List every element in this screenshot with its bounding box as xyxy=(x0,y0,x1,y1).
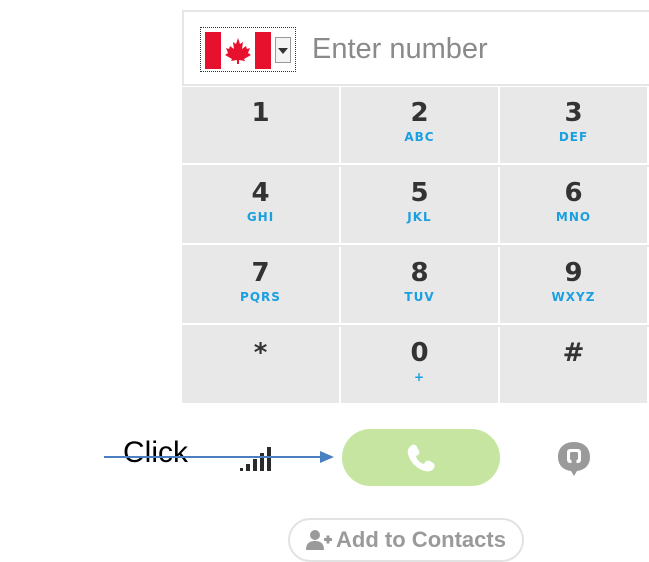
annotation-arrow xyxy=(104,451,334,463)
